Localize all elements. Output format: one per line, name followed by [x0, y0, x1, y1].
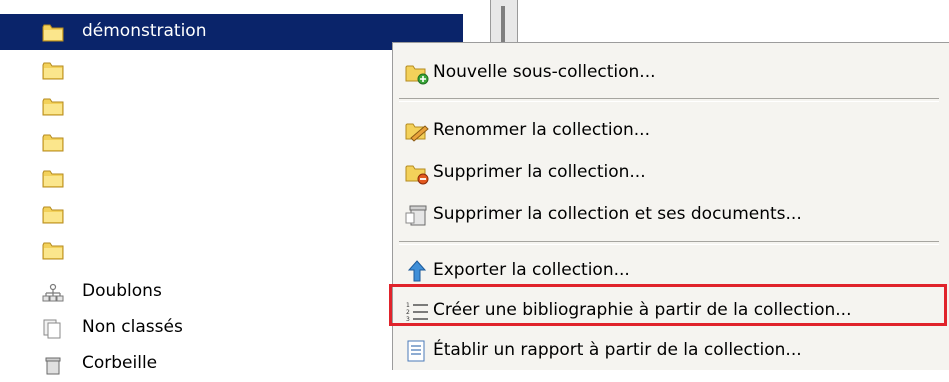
- rename-folder-icon: [405, 123, 429, 142]
- folder-icon: [42, 241, 64, 261]
- folder-icon: [42, 61, 64, 81]
- folder-icon: [42, 133, 64, 153]
- duplicates-icon: [42, 283, 64, 302]
- tree-item-label: démonstration: [82, 21, 207, 41]
- menu-item-delete[interactable]: Supprimer la collection...: [393, 153, 949, 193]
- folder-icon: [42, 97, 64, 117]
- folder-icon: [42, 23, 64, 43]
- menu-item-label: Supprimer la collection et ses documents…: [433, 204, 802, 224]
- folder-add-icon: [405, 65, 429, 85]
- tree-item-label: Doublons: [82, 281, 162, 301]
- tree-item-label: Non classés: [82, 317, 183, 337]
- menu-item-label: Exporter la collection...: [433, 260, 630, 280]
- menu-item-new-subcollection[interactable]: Nouvelle sous-collection...: [393, 53, 949, 93]
- export-arrow-icon: [407, 260, 427, 282]
- trash-icon: [45, 357, 61, 375]
- menu-item-rename[interactable]: Renommer la collection...: [393, 111, 949, 151]
- delete-folder-icon: [405, 165, 429, 185]
- documents-icon: [43, 319, 61, 339]
- folder-icon: [42, 169, 64, 189]
- menu-item-delete-with-documents[interactable]: Supprimer la collection et ses documents…: [393, 195, 949, 235]
- highlight-box: [389, 284, 947, 326]
- menu-item-label: Nouvelle sous-collection...: [433, 62, 656, 82]
- menu-item-label: Supprimer la collection...: [433, 162, 646, 182]
- report-icon: [407, 340, 425, 362]
- splitter-grip: [501, 6, 505, 42]
- menu-separator: [399, 241, 939, 245]
- menu-item-create-report[interactable]: Établir un rapport à partir de la collec…: [393, 331, 949, 371]
- tree-item-label: Corbeille: [82, 353, 158, 373]
- menu-separator: [399, 98, 939, 102]
- menu-item-label: Renommer la collection...: [433, 120, 650, 140]
- folder-icon: [42, 205, 64, 225]
- trash-icon: [405, 205, 427, 226]
- menu-item-label: Établir un rapport à partir de la collec…: [433, 340, 802, 360]
